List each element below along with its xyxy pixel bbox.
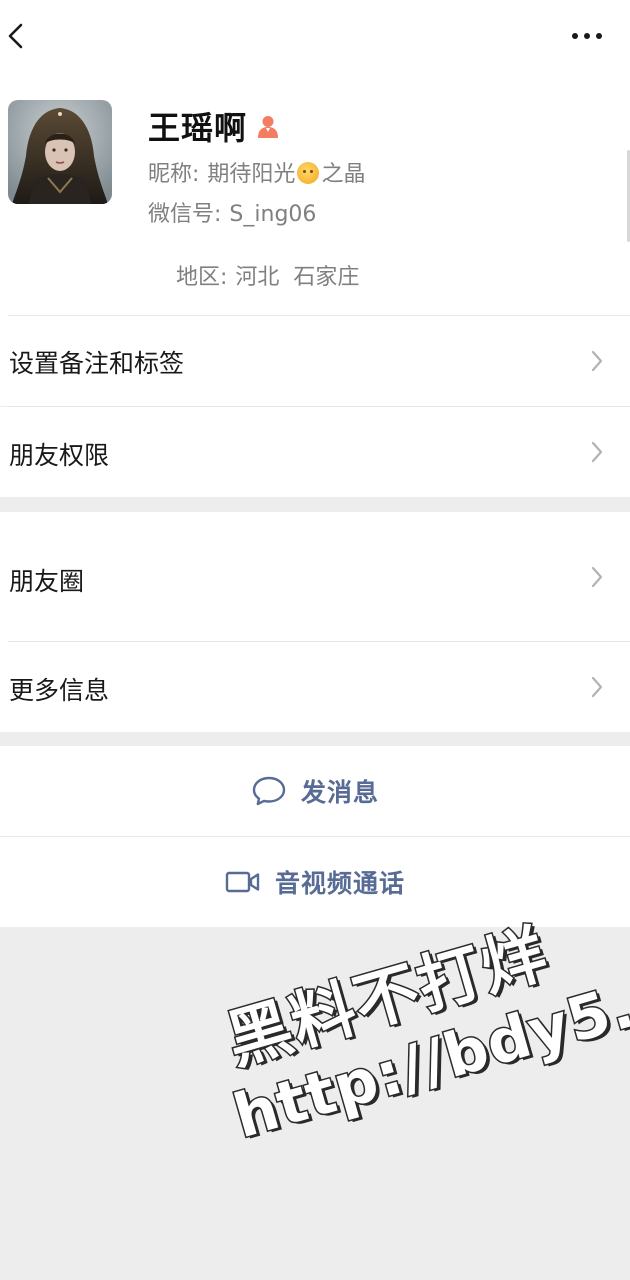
more-info-row[interactable]: 更多信息 xyxy=(0,642,630,732)
nickname-value: 期待阳光 之晶 xyxy=(207,162,365,187)
send-message-label: 发消息 xyxy=(300,778,379,807)
remarks-tags-row[interactable]: 设置备注和标签 xyxy=(0,316,630,406)
sun-emoji-icon xyxy=(297,162,320,184)
nickname-part: 期待阳光 xyxy=(207,162,296,187)
nickname-line: 昵称: 期待阳光 之晶 xyxy=(148,156,365,188)
friend-permissions-label: 朋友权限 xyxy=(9,441,110,470)
more-dots-icon[interactable] xyxy=(568,24,608,48)
friend-permissions-row[interactable]: 朋友权限 xyxy=(0,407,630,497)
remarks-tags-label: 设置备注和标签 xyxy=(9,349,185,378)
region-value: 河北 石家庄 xyxy=(235,265,360,290)
profile-header: 王瑶啊 昵称: 期待阳光 之晶 微信号: S_ing06 地区: 河北 石家庄 xyxy=(0,72,630,316)
watermark: 黑料不打烊 http://bdy5.co xyxy=(205,894,630,1154)
region-line: 地区: 河北 石家庄 xyxy=(148,234,359,316)
video-call-button[interactable]: 音视频通话 xyxy=(0,837,630,927)
avatar[interactable] xyxy=(8,100,112,204)
chevron-right-icon xyxy=(591,441,603,463)
moments-row[interactable]: 朋友圈 xyxy=(0,512,630,642)
chevron-right-icon xyxy=(591,676,603,698)
video-camera-icon xyxy=(225,871,260,893)
send-message-button[interactable]: 发消息 xyxy=(0,746,630,836)
wechat-id-line: 微信号: S_ing06 xyxy=(148,196,316,228)
contact-name: 王瑶啊 xyxy=(148,109,248,147)
region-label: 地区: xyxy=(175,265,228,290)
wechat-id-value: S_ing06 xyxy=(229,202,317,227)
back-arrow-icon[interactable] xyxy=(2,16,30,56)
chevron-right-icon xyxy=(591,566,603,588)
video-call-label: 音视频通话 xyxy=(274,869,405,898)
nickname-label: 昵称: xyxy=(148,162,200,187)
top-bar xyxy=(0,0,630,72)
more-info-label: 更多信息 xyxy=(9,676,110,705)
nickname-part: 之晶 xyxy=(321,162,366,187)
wechat-id-label: 微信号: xyxy=(148,202,222,227)
name-row: 王瑶啊 xyxy=(148,102,281,150)
chat-bubble-icon xyxy=(252,776,286,806)
female-gender-icon xyxy=(255,113,281,139)
chevron-right-icon xyxy=(591,350,603,372)
moments-label: 朋友圈 xyxy=(9,567,85,596)
